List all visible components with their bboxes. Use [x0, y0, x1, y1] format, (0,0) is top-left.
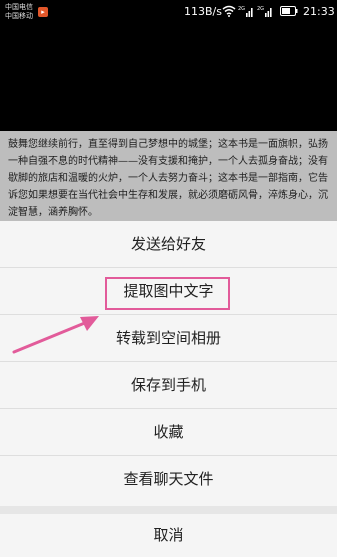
highlight-box: [105, 277, 230, 310]
cancel-button[interactable]: 取消: [0, 514, 337, 557]
network-speed: 113B/s: [184, 5, 222, 18]
signal-2-icon: 2G: [257, 6, 272, 17]
signal-1-icon: 2G: [238, 6, 253, 17]
view-chat-files-button[interactable]: 查看聊天文件: [0, 456, 337, 503]
wifi-icon: [222, 5, 236, 17]
sim-1-label: 2G: [238, 6, 245, 12]
carrier-labels: 中国电信 中国移动: [5, 3, 33, 21]
notification-app-icon: ▸: [38, 7, 48, 17]
repost-to-album-button[interactable]: 转载到空间相册: [0, 315, 337, 362]
favorite-button[interactable]: 收藏: [0, 409, 337, 456]
photo-book-page-text: 鼓舞您继续前行，直至得到自己梦想中的城堡；这本书是一面旗帜，弘扬一种自强不息的时…: [0, 131, 337, 221]
shared-photo: 鼓舞您继续前行，直至得到自己梦想中的城堡；这本书是一面旗帜，弘扬一种自强不息的时…: [0, 26, 337, 221]
status-bar: 中国电信 中国移动 ▸ 113B/s 2G 2G 21:33: [0, 0, 337, 26]
battery-icon: [280, 6, 298, 16]
sim-2-label: 2G: [257, 6, 264, 12]
send-to-friend-button[interactable]: 发送给好友: [0, 221, 337, 268]
clock: 21:33: [303, 5, 335, 18]
action-sheet: 发送给好友 提取图中文字 转载到空间相册 保存到手机 收藏 查看聊天文件 取消: [0, 221, 337, 557]
carrier-2-label: 中国移动: [5, 12, 33, 20]
save-to-phone-button[interactable]: 保存到手机: [0, 362, 337, 409]
cancel-divider: [0, 506, 337, 514]
carrier-1-label: 中国电信: [5, 3, 33, 11]
